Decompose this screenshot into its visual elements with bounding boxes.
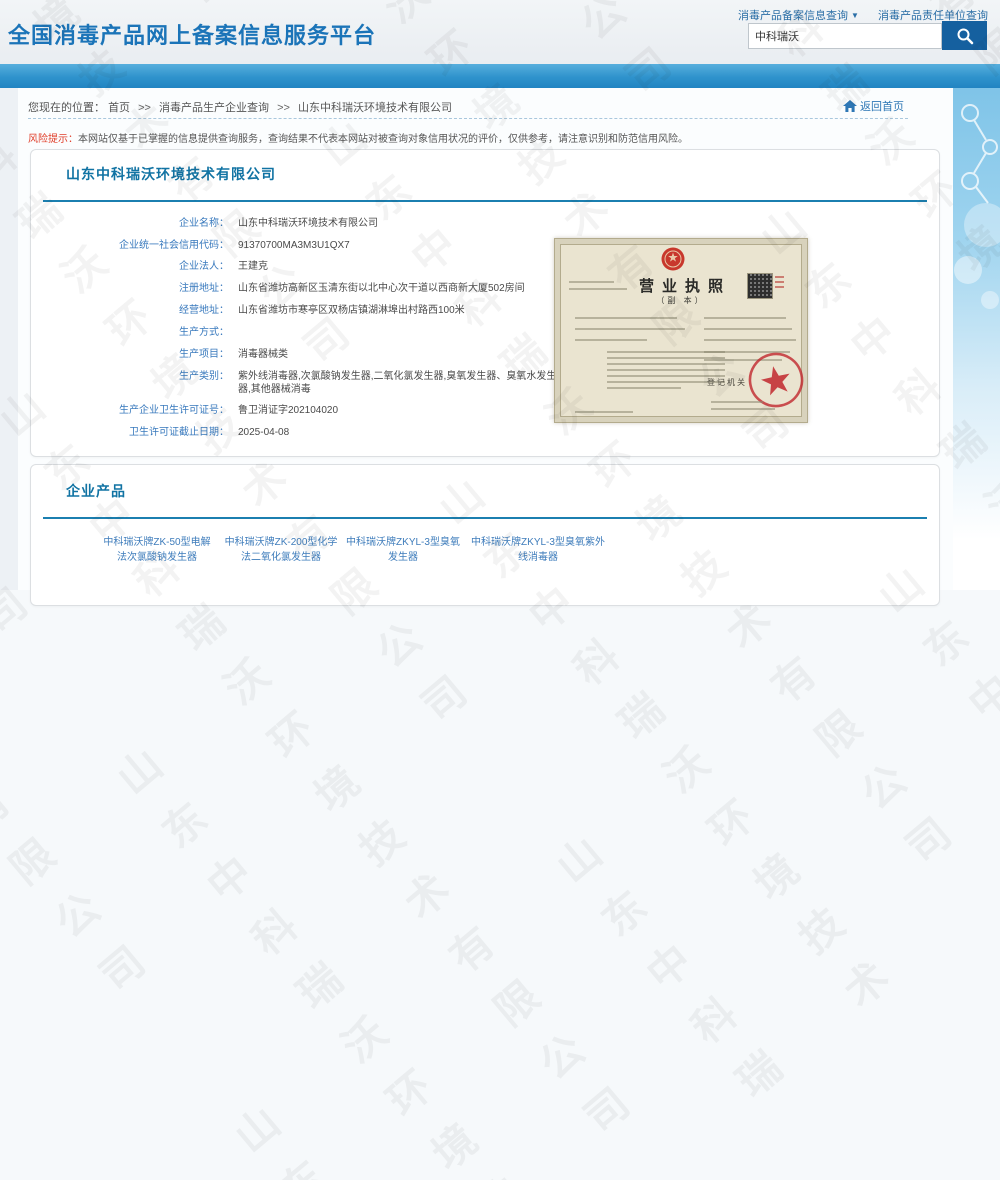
field-label: 企业名称： [31, 217, 229, 230]
license-side-text-line [775, 281, 784, 283]
license-side-text-line [775, 286, 784, 288]
field-label: 注册地址： [31, 282, 229, 295]
license-paper: 营业执照 （副 本） 登记机关 [560, 244, 802, 417]
product-link[interactable]: 中科瑞沃牌ZKYL-3型臭氧发生器 [345, 535, 461, 565]
field-value: 91370700MA3M3U1QX7 [238, 239, 350, 252]
risk-notice: 风险提示：本网站仅基于已掌握的信息提供查询服务，查询结果不代表本网站对被查询对象… [28, 130, 688, 145]
back-home-link[interactable]: 返回首页 [843, 98, 904, 114]
search-icon [956, 27, 974, 45]
breadcrumb-separator: >> [277, 102, 290, 114]
field-row-production-category: 生产类别： 紫外线消毒器,次氯酸钠发生器,二氧化氯发生器,臭氧发生器、臭氧水发生器… [31, 370, 560, 396]
breadcrumb-separator: >> [138, 102, 151, 114]
field-row-credit-code: 企业统一社会信用代码： 91370700MA3M3U1QX7 [31, 239, 350, 252]
product-link[interactable]: 中科瑞沃牌ZKYL-3型臭氧紫外线消毒器 [469, 535, 607, 565]
left-margin-strip [0, 88, 18, 590]
license-text-line [575, 339, 647, 341]
license-issuer-label: 登记机关 [707, 377, 747, 388]
license-text-line [575, 411, 633, 413]
right-decor-strip [953, 88, 1000, 590]
license-text-line [711, 401, 763, 403]
field-row-legal-person: 企业法人： 王建克 [31, 260, 268, 273]
field-value: 鲁卫消证字202104020 [238, 404, 338, 417]
field-row-production-item: 生产项目： 消毒器械类 [31, 348, 288, 361]
field-label: 生产项目： [31, 348, 229, 361]
field-value: 山东省潍坊高新区玉清东街以北中心次干道以西商新大厦502房间 [238, 282, 525, 295]
license-side-text-line [775, 276, 784, 278]
company-products-panel: 企业产品 中科瑞沃牌ZK-50型电解法次氯酸钠发生器 中科瑞沃牌ZK-200型化… [30, 464, 940, 606]
breadcrumb-divider [28, 118, 908, 119]
breadcrumb-home-link[interactable]: 首页 [108, 102, 130, 114]
field-value: 山东省潍坊市寒亭区双杨店镇湖淋埠出村路西100米 [238, 304, 465, 317]
license-text-line [607, 369, 725, 371]
license-text-line [575, 328, 685, 330]
field-value: 紫外线消毒器,次氯酸钠发生器,二氧化氯发生器,臭氧发生器、臭氧水发生器,其他器械… [238, 370, 560, 396]
field-label: 生产企业卫生许可证号： [31, 404, 229, 417]
license-text-line [704, 317, 786, 319]
license-text-line [569, 281, 614, 283]
heading-rule [43, 200, 927, 202]
field-row-registered-address: 注册地址： 山东省潍坊高新区玉清东街以北中心次干道以西商新大厦502房间 [31, 282, 525, 295]
breadcrumb: 您现在的位置： 首页 >> 消毒产品生产企业查询 >> 山东中科瑞沃环境技术有限… [28, 99, 452, 115]
search-input[interactable] [748, 23, 942, 49]
license-text-line [607, 363, 725, 365]
business-license-image: 营业执照 （副 本） 登记机关 [554, 238, 808, 423]
heading-rule [43, 517, 927, 519]
field-label: 卫生许可证截止日期： [31, 426, 229, 439]
search-button[interactable] [942, 21, 987, 50]
license-text-line [575, 317, 677, 319]
product-link[interactable]: 中科瑞沃牌ZK-50型电解法次氯酸钠发生器 [101, 535, 213, 565]
license-text-line [569, 288, 627, 290]
blue-nav-bar [0, 64, 1000, 88]
field-label: 经营地址： [31, 304, 229, 317]
field-label: 生产方式： [31, 326, 229, 339]
breadcrumb-current: 山东中科瑞沃环境技术有限公司 [298, 102, 452, 114]
breadcrumb-query-link[interactable]: 消毒产品生产企业查询 [159, 102, 269, 114]
field-row-company-name: 企业名称： 山东中科瑞沃环境技术有限公司 [31, 217, 378, 230]
field-row-license-expiry: 卫生许可证截止日期： 2025-04-08 [31, 426, 289, 439]
company-info-panel: 山东中科瑞沃环境技术有限公司 企业名称： 山东中科瑞沃环境技术有限公司 企业统一社… [30, 149, 940, 457]
field-label: 企业统一社会信用代码： [31, 239, 229, 252]
field-value: 消毒器械类 [238, 348, 288, 361]
field-value: 王建克 [238, 260, 268, 273]
product-link[interactable]: 中科瑞沃牌ZK-200型化学法二氧化氯发生器 [220, 535, 342, 565]
field-row-production-mode: 生产方式： [31, 326, 238, 339]
company-name-heading: 山东中科瑞沃环境技术有限公司 [66, 164, 276, 184]
chevron-down-icon: ▼ [851, 11, 859, 20]
home-icon [843, 100, 857, 113]
license-text-line [607, 387, 681, 389]
license-qr-code [747, 273, 773, 299]
breadcrumb-prefix: 您现在的位置： [28, 102, 105, 114]
nav-record-info-query[interactable]: 消毒产品备案信息查询▼ [738, 10, 859, 22]
products-heading: 企业产品 [66, 481, 126, 501]
field-value: 2025-04-08 [238, 426, 289, 439]
field-label: 生产类别： [31, 370, 229, 383]
field-label: 企业法人： [31, 260, 229, 273]
site-title: 全国消毒产品网上备案信息服务平台 [8, 18, 376, 50]
national-emblem-icon [660, 246, 686, 272]
field-value: 山东中科瑞沃环境技术有限公司 [238, 217, 378, 230]
page-header: 全国消毒产品网上备案信息服务平台 消毒产品备案信息查询▼ 消毒产品责任单位查询 [0, 0, 1000, 64]
field-row-hygiene-license-no: 生产企业卫生许可证号： 鲁卫消证字202104020 [31, 404, 338, 417]
license-text-line [704, 339, 796, 341]
risk-label: 风险提示： [28, 134, 78, 145]
license-text-line [711, 408, 775, 410]
red-seal-icon [742, 346, 811, 415]
risk-text: 本网站仅基于已掌握的信息提供查询服务，查询结果不代表本网站对被查询对象信用状况的… [78, 134, 688, 145]
field-row-business-address: 经营地址： 山东省潍坊市寒亭区双杨店镇湖淋埠出村路西100米 [31, 304, 465, 317]
license-text-line [704, 328, 792, 330]
